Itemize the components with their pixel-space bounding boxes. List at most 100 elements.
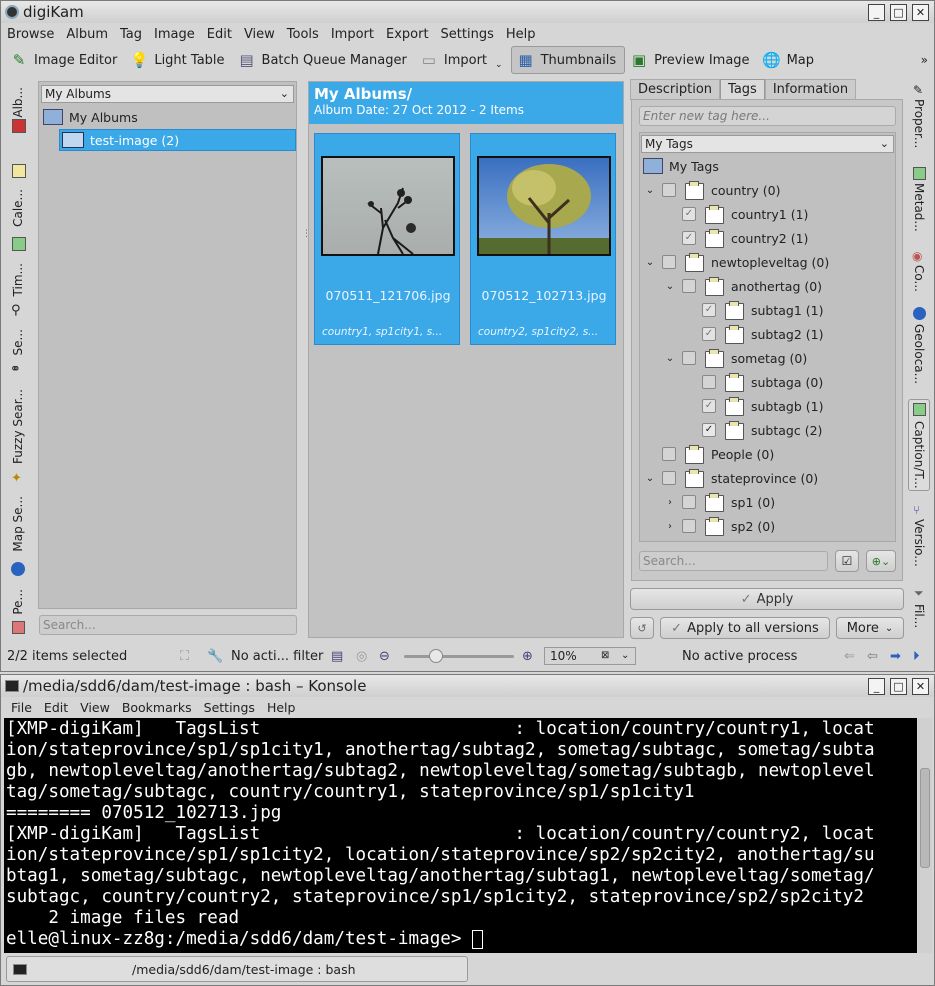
tag-row[interactable]: ✓ country2 (1): [664, 227, 808, 249]
tag-row[interactable]: ⌄ anothertag (0): [664, 275, 822, 297]
sidetab-versions[interactable]: Versio...: [912, 519, 926, 567]
tag-row[interactable]: ⌄ country (0): [644, 179, 780, 201]
tag-checkbox[interactable]: [662, 447, 676, 461]
expand-arrow-icon[interactable]: ›: [664, 521, 676, 532]
tag-checkbox[interactable]: [662, 255, 676, 269]
collapse-arrow-icon[interactable]: ⌄: [644, 185, 656, 196]
sidetab-filters[interactable]: Fil...: [912, 604, 926, 628]
menu-import[interactable]: Import: [325, 27, 380, 42]
tag-checkbox[interactable]: [682, 279, 696, 293]
tags-combo[interactable]: My Tags ⌄: [641, 135, 894, 153]
tag-checkbox[interactable]: [682, 351, 696, 365]
import-dropdown-icon[interactable]: ⌄: [495, 60, 503, 70]
maximize-button[interactable]: □: [890, 677, 907, 695]
tag-checkbox[interactable]: [682, 519, 696, 533]
map-button[interactable]: 🌐 Map: [758, 46, 822, 74]
menu-settings[interactable]: Settings: [435, 27, 500, 42]
menu-tools[interactable]: Tools: [281, 27, 325, 42]
tab-information[interactable]: Information: [764, 79, 857, 100]
konsole-titlebar[interactable]: /media/sdd6/dam/test-image : bash – Kons…: [1, 675, 934, 697]
apply-button[interactable]: ✓ Apply: [630, 588, 904, 610]
konsole-tab[interactable]: /media/sdd6/dam/test-image : bash: [6, 956, 468, 982]
zoom-fit-icon[interactable]: ◎: [356, 649, 367, 664]
albums-search-input[interactable]: Search...: [39, 615, 297, 635]
previous-icon[interactable]: ⇦: [867, 649, 878, 664]
tag-row[interactable]: ⌄ newtopleveltag (0): [644, 251, 829, 273]
more-button[interactable]: More ⌄: [836, 617, 904, 639]
thumbnail-item[interactable]: 070512_102713.jpg country2, sp1city2, s.…: [470, 133, 616, 345]
collapse-arrow-icon[interactable]: ⌄: [664, 353, 676, 364]
collapse-arrow-icon[interactable]: ⌄: [644, 473, 656, 484]
tag-add-button[interactable]: ⊕⌄: [866, 550, 896, 572]
tag-checkbox[interactable]: [662, 183, 676, 197]
tag-checkbox[interactable]: ✓: [702, 399, 716, 413]
revert-button[interactable]: ↺: [630, 617, 654, 639]
sidetab-geolocation[interactable]: Geoloca...: [912, 324, 926, 384]
thumbnail-item[interactable]: 070511_121706.jpg country1, sp1city1, s.…: [314, 133, 460, 345]
terminal-output[interactable]: [XMP-digiKam] TagsList : location/countr…: [4, 718, 917, 953]
zoom-slider-handle[interactable]: [429, 649, 443, 663]
sidetab-fuzzy-search[interactable]: Fuzzy Sear...: [11, 389, 25, 464]
sidetab-metadata[interactable]: Metad...: [912, 183, 926, 232]
last-icon[interactable]: ⏵: [913, 649, 920, 664]
menu-image[interactable]: Image: [148, 27, 201, 42]
menu-browse[interactable]: Browse: [1, 27, 60, 42]
tag-checkbox[interactable]: ✓: [682, 231, 696, 245]
maximize-button[interactable]: □: [890, 3, 907, 21]
tag-row[interactable]: subtaga (0): [684, 371, 823, 393]
menu-export[interactable]: Export: [380, 27, 435, 42]
tag-checkbox[interactable]: [662, 471, 676, 485]
preview-image-button[interactable]: ▣ Preview Image: [625, 46, 757, 74]
konsole-menu-settings[interactable]: Settings: [198, 700, 261, 715]
close-button[interactable]: ✕: [912, 677, 929, 695]
menu-tag[interactable]: Tag: [114, 27, 148, 42]
new-tag-input[interactable]: Enter new tag here...: [639, 106, 896, 126]
tag-row[interactable]: People (0): [644, 443, 774, 465]
tag-row[interactable]: ⌄ sometag (0): [664, 347, 807, 369]
sidetab-search[interactable]: Se...: [11, 329, 25, 355]
tag-row[interactable]: ✓ subtagb (1): [684, 395, 823, 417]
light-table-button[interactable]: 💡 Light Table: [125, 46, 232, 74]
terminal-scrollbar[interactable]: [918, 718, 932, 953]
thumbnails-button[interactable]: ▦ Thumbnails: [510, 46, 626, 74]
clear-icon[interactable]: ⊠: [601, 648, 609, 664]
album-test-image[interactable]: test-image (2): [59, 129, 296, 151]
albums-combo[interactable]: My Albums ⌄: [41, 85, 294, 103]
text-filter-icon[interactable]: ▤: [331, 649, 343, 664]
tag-row[interactable]: ✓ country1 (1): [664, 203, 808, 225]
image-editor-button[interactable]: ✎ Image Editor: [5, 46, 125, 74]
sidetab-calendar[interactable]: Cale...: [11, 189, 25, 227]
tag-row[interactable]: ⌄ stateprovince (0): [644, 467, 818, 489]
scrollbar-thumb[interactable]: [920, 768, 930, 868]
sidetab-people[interactable]: Pe...: [11, 589, 25, 615]
tag-row[interactable]: › sp2 (0): [664, 515, 775, 537]
tag-assign-button[interactable]: ☑: [835, 550, 859, 572]
close-button[interactable]: ✕: [912, 3, 929, 21]
toolbar-overflow-icon[interactable]: »: [921, 53, 928, 67]
konsole-menu-edit[interactable]: Edit: [38, 700, 74, 715]
tab-description[interactable]: Description: [630, 79, 721, 100]
next-icon[interactable]: ➡: [890, 649, 901, 664]
zoom-combo[interactable]: 10% ⊠ ⌄: [544, 647, 636, 665]
filter-wrench-icon[interactable]: 🔧: [207, 649, 223, 664]
tag-checkbox[interactable]: ✓: [702, 423, 716, 437]
zoom-in-icon[interactable]: ⊕: [522, 649, 533, 664]
minimize-button[interactable]: _: [868, 3, 885, 21]
album-root[interactable]: My Albums: [43, 106, 138, 128]
tag-root[interactable]: My Tags: [643, 155, 719, 177]
tag-row[interactable]: › sp1 (0): [664, 491, 775, 513]
sidetab-albums[interactable]: Alb...: [11, 87, 25, 118]
konsole-menu-file[interactable]: File: [5, 700, 38, 715]
sidetab-properties[interactable]: Proper...: [912, 99, 926, 148]
sidetab-caption-tags[interactable]: Caption/T...: [912, 421, 926, 489]
konsole-menu-view[interactable]: View: [74, 700, 116, 715]
apply-all-versions-button[interactable]: ✓ Apply to all versions: [660, 617, 830, 639]
batch-queue-button[interactable]: ▤ Batch Queue Manager: [233, 46, 415, 74]
collapse-arrow-icon[interactable]: ⌄: [664, 281, 676, 292]
tag-checkbox[interactable]: [682, 495, 696, 509]
tags-search-input[interactable]: Search...: [639, 551, 828, 571]
tag-row[interactable]: ✓ subtag2 (1): [684, 323, 824, 345]
tag-checkbox[interactable]: [702, 375, 716, 389]
tag-row[interactable]: ✓ subtag1 (1): [684, 299, 824, 321]
minimize-button[interactable]: _: [868, 677, 885, 695]
